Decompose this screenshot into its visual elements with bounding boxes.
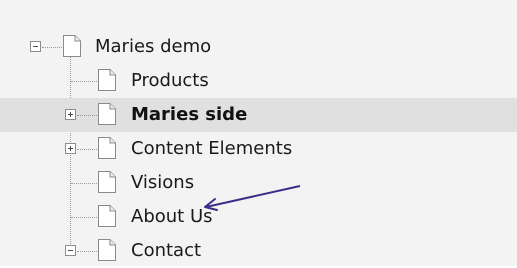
annotation-arrow-icon: [204, 185, 301, 211]
page-tree-panel: Maries demo Products Maries side Content…: [0, 0, 517, 266]
